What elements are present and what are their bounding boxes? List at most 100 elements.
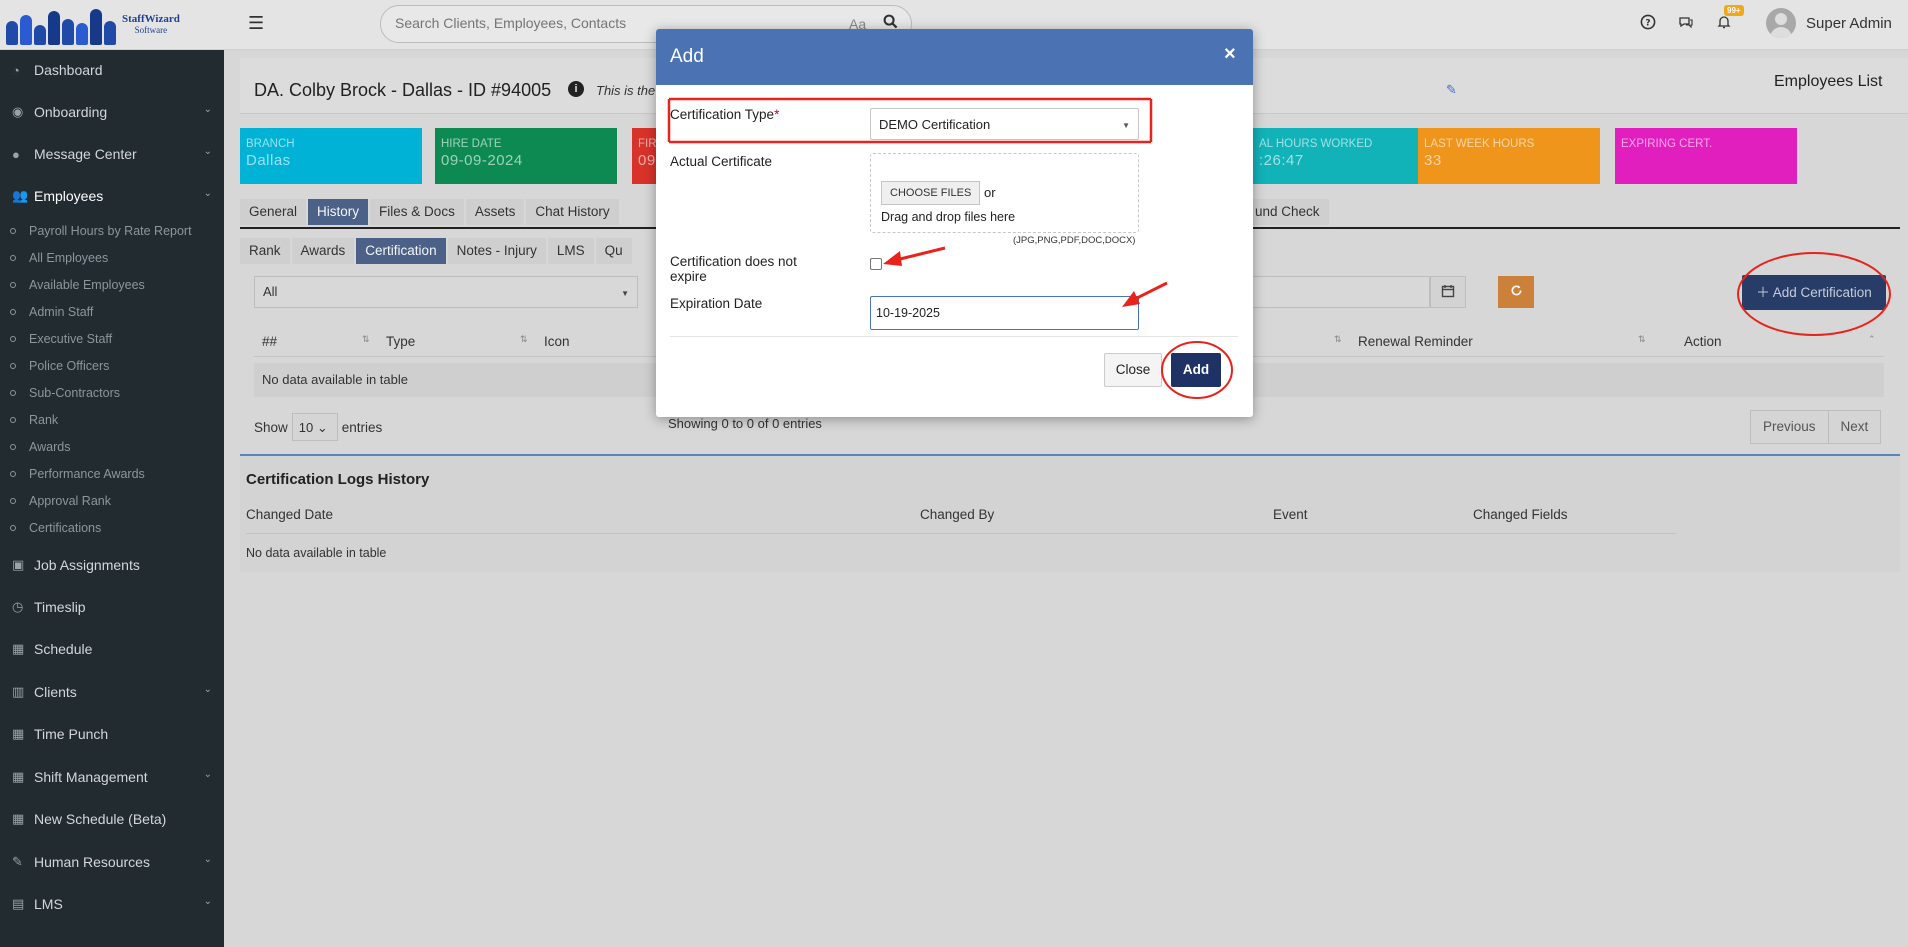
file-dropzone[interactable]: CHOOSE FILES or Drag and drop files here bbox=[870, 153, 1139, 233]
sidebar-item-schedule[interactable]: ▦ Schedule bbox=[0, 634, 224, 664]
modal-title: Add bbox=[670, 46, 704, 67]
employees-list-link[interactable]: Employees List bbox=[1774, 73, 1883, 91]
certification-logs-panel bbox=[240, 456, 1900, 572]
choose-files-button[interactable]: CHOOSE FILES bbox=[881, 181, 981, 205]
sidebar-item-lms[interactable]: ▤ LMS ⌄ bbox=[0, 889, 224, 919]
column-action[interactable]: Action bbox=[1684, 334, 1722, 349]
does-not-expire-checkbox[interactable] bbox=[870, 258, 882, 270]
sidebar-subitem-admin-staff[interactable]: Admin Staff bbox=[0, 301, 224, 323]
previous-page-button[interactable]: Previous bbox=[1751, 411, 1828, 443]
calendar-icon bbox=[1441, 285, 1455, 298]
expiration-date-input[interactable]: 10-19-2025 bbox=[870, 296, 1139, 330]
stat-card-last-week-hours: LAST WEEK HOURS 33 bbox=[1418, 128, 1600, 184]
pagination: Previous Next bbox=[1750, 410, 1882, 444]
close-icon[interactable]: × bbox=[1224, 43, 1236, 66]
notifications-button[interactable]: 99+ bbox=[1716, 5, 1744, 34]
calendar-icon: ▦ bbox=[12, 769, 25, 784]
tab-history[interactable]: History bbox=[308, 199, 369, 225]
user-name[interactable]: Super Admin bbox=[1806, 15, 1892, 32]
column-icon[interactable]: Icon bbox=[544, 334, 570, 349]
edit-icon[interactable]: ✎ bbox=[1446, 82, 1457, 98]
column-renewal-reminder[interactable]: Renewal Reminder bbox=[1358, 334, 1473, 349]
sort-icon[interactable]: ⇅ bbox=[1334, 334, 1342, 345]
close-button[interactable]: Close bbox=[1104, 353, 1162, 387]
actual-certificate-label: Actual Certificate bbox=[670, 154, 773, 169]
sidebar-item-new-schedule[interactable]: ▦ New Schedule (Beta) bbox=[0, 804, 224, 834]
subtab-certification[interactable]: Certification bbox=[356, 238, 446, 264]
subtab-lms[interactable]: LMS bbox=[547, 238, 594, 264]
chevron-down-icon: ⌄ bbox=[203, 188, 212, 199]
sidebar-item-job-assignments[interactable]: ▣ Job Assignments bbox=[0, 550, 224, 580]
next-page-button[interactable]: Next bbox=[1827, 411, 1881, 443]
tab-background-check[interactable]: und Check bbox=[1246, 199, 1329, 225]
sort-icon[interactable]: ⇅ bbox=[1638, 334, 1646, 345]
sidebar-subitem-executive-staff[interactable]: Executive Staff bbox=[0, 328, 224, 350]
info-icon[interactable]: i bbox=[568, 81, 584, 97]
sidebar-item-message-center[interactable]: ● Message Center ⌄ bbox=[0, 139, 224, 169]
sidebar-subitem-performance-awards[interactable]: Performance Awards bbox=[0, 463, 224, 485]
tab-files-docs[interactable]: Files & Docs bbox=[370, 199, 464, 225]
sidebar-subitem-payroll-hours[interactable]: Payroll Hours by Rate Report bbox=[0, 220, 224, 242]
tab-assets[interactable]: Assets bbox=[465, 199, 525, 225]
sidebar: ◔ Dashboard ◉ Onboarding ⌄ ● Message Center ⌄… bbox=[0, 50, 224, 947]
sidebar-subitem-sub-contractors[interactable]: Sub-Contractors bbox=[0, 382, 224, 404]
sidebar-subitem-rank[interactable]: Rank bbox=[0, 409, 224, 431]
page-size-select[interactable]: 10 ⌄ bbox=[291, 413, 338, 441]
help-icon[interactable]: ? bbox=[1640, 14, 1656, 34]
sidebar-item-shift-management[interactable]: ▦ Shift Management ⌄ bbox=[0, 762, 224, 792]
menu-toggle-icon[interactable]: ☰ bbox=[248, 13, 264, 34]
calendar-icon: ▦ bbox=[12, 726, 25, 741]
sidebar-item-time-punch[interactable]: ▦ Time Punch bbox=[0, 719, 224, 749]
tab-general[interactable]: General bbox=[240, 199, 307, 225]
log-column-changed-date: Changed Date bbox=[246, 507, 334, 522]
drag-drop-text: Drag and drop files here bbox=[881, 210, 1016, 224]
subtab-notes-injury[interactable]: Notes - Injury bbox=[447, 238, 546, 264]
page-title: DA. Colby Brock - Dallas - ID #94005 bbox=[254, 80, 552, 100]
sidebar-subitem-all-employees[interactable]: All Employees bbox=[0, 247, 224, 269]
users-icon: 👥 bbox=[12, 188, 29, 203]
sidebar-item-human-resources[interactable]: ✎ Human Resources ⌄ bbox=[0, 847, 224, 877]
certification-filter-select[interactable]: All ▼ bbox=[254, 276, 638, 308]
add-certification-modal: Add × Certification Type* DEMO Certifica… bbox=[656, 29, 1253, 417]
or-text: or bbox=[984, 185, 996, 200]
refresh-icon bbox=[1511, 285, 1522, 296]
sidebar-subitem-available-employees[interactable]: Available Employees bbox=[0, 274, 224, 296]
sort-icon[interactable]: ⌃ bbox=[1868, 334, 1876, 345]
calendar-button[interactable] bbox=[1430, 276, 1466, 308]
sidebar-item-employees[interactable]: 👥 Employees ⌄ bbox=[0, 181, 224, 211]
briefcase-icon: ▣ bbox=[12, 557, 25, 572]
caret-down-icon: ▼ bbox=[621, 289, 629, 298]
sidebar-item-dashboard[interactable]: ◔ Dashboard bbox=[0, 55, 224, 85]
stat-card-branch: BRANCH Dallas bbox=[240, 128, 422, 184]
sort-icon[interactable]: ⇅ bbox=[520, 334, 528, 345]
sidebar-subitem-awards[interactable]: Awards bbox=[0, 436, 224, 458]
sort-icon[interactable]: ⇅ bbox=[362, 334, 370, 345]
pencil-icon: ✎ bbox=[12, 854, 23, 869]
sidebar-subitem-police-officers[interactable]: Police Officers bbox=[0, 355, 224, 377]
sidebar-item-onboarding[interactable]: ◉ Onboarding ⌄ bbox=[0, 97, 224, 127]
add-certification-button[interactable]: ＋ Add Certification bbox=[1742, 275, 1886, 310]
tab-chat-history[interactable]: Chat History bbox=[526, 199, 619, 225]
refresh-button[interactable] bbox=[1498, 276, 1534, 308]
logo-figures-icon bbox=[6, 5, 116, 45]
stat-card-fir: FIR 09 bbox=[632, 128, 656, 184]
sidebar-subitem-certifications[interactable]: Certifications bbox=[0, 517, 224, 539]
expiration-date-label: Expiration Date bbox=[670, 296, 763, 311]
date-range-input[interactable] bbox=[1250, 276, 1430, 308]
subtab-awards[interactable]: Awards bbox=[291, 238, 355, 264]
sidebar-subitem-approval-rank[interactable]: Approval Rank bbox=[0, 490, 224, 512]
subtab-rank[interactable]: Rank bbox=[240, 238, 290, 264]
sidebar-item-timeslip[interactable]: ◷ Timeslip bbox=[0, 592, 224, 622]
staffwizard-logo[interactable]: StaffWizard Software bbox=[6, 2, 202, 48]
column-type[interactable]: Type bbox=[386, 334, 415, 349]
add-button[interactable]: Add bbox=[1171, 353, 1221, 387]
stat-card-hire-date: HIRE DATE 09-09-2024 bbox=[435, 128, 617, 184]
sidebar-item-clients[interactable]: ▥ Clients ⌄ bbox=[0, 677, 224, 707]
certification-type-select[interactable]: DEMO Certification ▼ bbox=[870, 108, 1139, 140]
user-avatar[interactable] bbox=[1766, 8, 1796, 38]
book-icon: ▤ bbox=[12, 896, 25, 911]
subtab-qualifications[interactable]: Qu bbox=[595, 238, 632, 264]
logo-line2: Software bbox=[134, 25, 168, 35]
chat-icon[interactable] bbox=[1678, 14, 1694, 34]
column-number[interactable]: ## bbox=[262, 334, 277, 349]
